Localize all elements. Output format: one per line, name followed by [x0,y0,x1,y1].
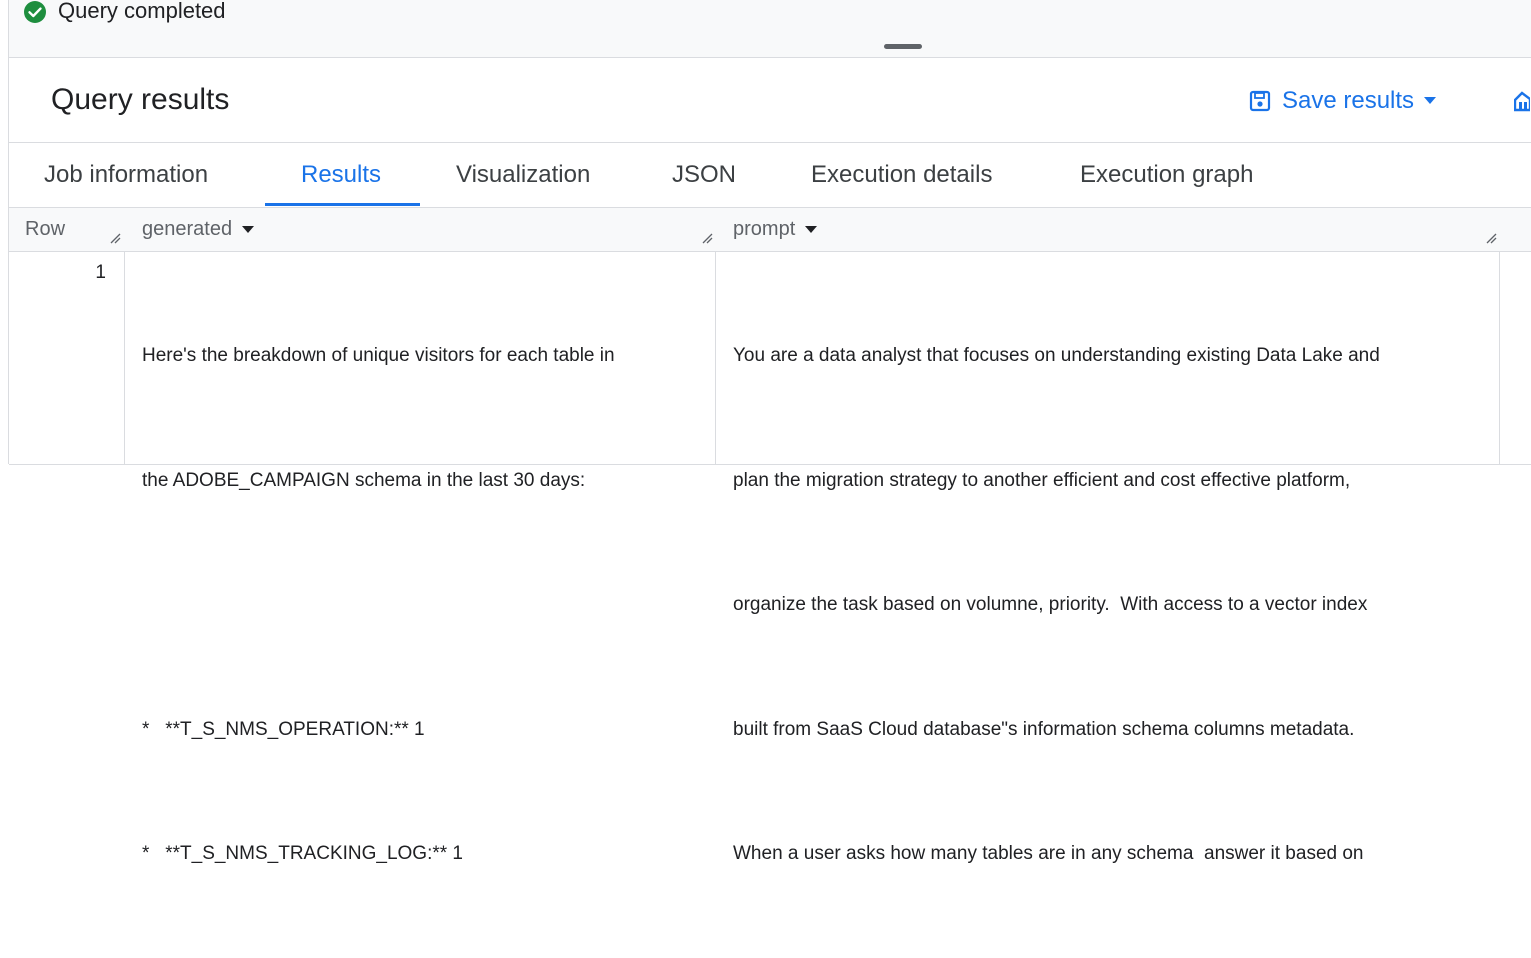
column-header-prompt-label: prompt [733,218,796,240]
column-resize-icon[interactable] [701,232,713,244]
tab-json[interactable]: JSON [672,143,736,207]
grid-header: Row generated prompt [9,208,1531,252]
cell-generated-line [142,584,615,626]
results-header: Query results Save results [9,58,1531,143]
column-header-prompt[interactable]: prompt [733,208,818,251]
check-circle-icon [24,1,46,23]
cell-generated[interactable]: Here's the breakdown of unique visitors … [142,252,615,958]
cell-generated-line: Here's the breakdown of unique visitors … [142,345,615,366]
explore-icon[interactable] [1514,90,1530,112]
save-results-button[interactable]: Save results [1249,86,1447,116]
column-divider [1499,252,1500,464]
column-header-generated[interactable]: generated [142,208,255,251]
status-bar: Query completed [9,0,1531,58]
tab-execution-details[interactable]: Execution details [811,143,992,207]
cell-prompt-line: plan the migration strategy to another e… [733,469,1351,491]
cell-prompt-line: organize the task based on volumne, prio… [733,594,1368,615]
table-row: 1 Here's the breakdown of unique visitor… [9,252,1531,864]
sort-caret-icon [242,226,255,234]
status-text: Query completed [58,0,226,23]
save-icon [1249,90,1271,112]
cell-prompt[interactable]: You are a data analyst that focuses on u… [733,252,1380,958]
sort-caret-icon [805,226,818,234]
column-resize-icon[interactable] [1485,232,1497,244]
column-divider [124,252,125,464]
column-divider [715,252,716,464]
page-title: Query results [51,83,230,116]
tab-execution-graph[interactable]: Execution graph [1080,143,1253,207]
tab-results[interactable]: Results [301,143,381,207]
resize-handle[interactable] [884,44,922,49]
column-header-generated-label: generated [142,218,233,240]
column-resize-icon[interactable] [109,232,121,244]
chevron-down-icon [1424,97,1437,104]
save-results-label: Save results [1282,87,1415,114]
results-tabs: Job information Results Visualization JS… [9,143,1531,208]
cell-generated-line: the ADOBE_CAMPAIGN schema in the last 30… [142,469,586,491]
row-number: 1 [95,262,106,283]
cell-generated-line: * **T_S_NMS_OPERATION:** 1 [142,718,425,740]
column-header-row: Row [25,218,66,240]
tab-visualization[interactable]: Visualization [456,143,590,207]
cell-prompt-line: built from SaaS Cloud database"s informa… [733,718,1355,740]
active-tab-indicator [265,203,420,206]
tab-job-information[interactable]: Job information [44,143,208,207]
cell-prompt-line: You are a data analyst that focuses on u… [733,345,1380,366]
cell-prompt-line: When a user asks how many tables are in … [733,843,1364,864]
cell-generated-line: * **T_S_NMS_TRACKING_LOG:** 1 [142,843,463,864]
